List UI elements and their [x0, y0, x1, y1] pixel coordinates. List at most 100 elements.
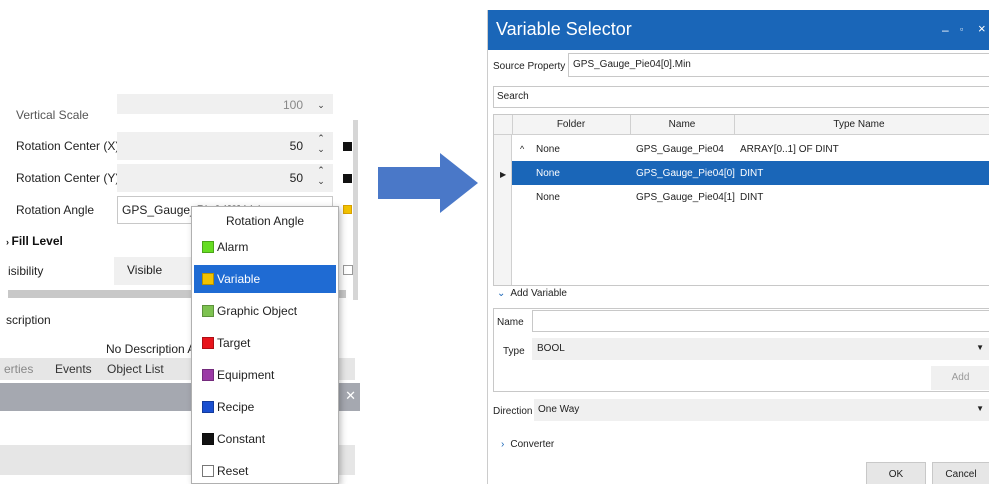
add-button[interactable]: Add — [931, 366, 989, 390]
variable-grid: Folder Name Type Name ▶ ^ None GPS_Gauge… — [493, 114, 989, 286]
rotation-angle-dropdown: Rotation Angle Alarm Variable Graphic Ob… — [191, 206, 339, 484]
type-value: BOOL — [537, 343, 565, 354]
visibility-label: isibility — [8, 264, 44, 278]
dropdown-item-label: Graphic Object — [217, 304, 298, 318]
table-row[interactable]: None GPS_Gauge_Pie04[1] DINT — [512, 185, 989, 209]
collapse-chevron-icon[interactable]: ^ — [520, 144, 524, 154]
minimize-icon[interactable]: – — [942, 23, 949, 37]
dropdown-item-reset[interactable]: Reset — [194, 457, 336, 484]
close-icon[interactable]: ✕ — [345, 388, 356, 404]
alarm-swatch-icon — [202, 241, 214, 253]
dropdown-item-alarm[interactable]: Alarm — [194, 233, 336, 261]
vertical-scrollbar[interactable] — [353, 120, 358, 300]
fill-level-section[interactable]: › Fill Level — [6, 234, 63, 248]
converter-section-toggle[interactable]: › Converter — [501, 439, 554, 450]
right-arrow-icon — [378, 153, 478, 213]
column-header-type-name[interactable]: Type Name — [734, 119, 984, 130]
dropdown-item-label: Reset — [217, 464, 249, 478]
rotation-center-x-field[interactable]: 50 ⌃ ⌄ — [117, 132, 333, 160]
column-header-name[interactable]: Name — [630, 119, 734, 130]
tab-events[interactable]: Events — [55, 362, 92, 376]
dropdown-item-label: Alarm — [217, 240, 249, 254]
rotation-center-y-label: Rotation Center (Y) — [16, 171, 120, 185]
vertical-scale-field[interactable]: 100 ⌄ — [117, 94, 333, 114]
cell-name: GPS_Gauge_Pie04 — [636, 144, 724, 155]
ok-button-label: OK — [888, 469, 904, 480]
cell-name: GPS_Gauge_Pie04[1] — [636, 192, 735, 203]
vertical-scale-label: Vertical Scale — [16, 108, 89, 122]
cell-type-name: ARRAY[0..1] OF DINT — [740, 144, 839, 155]
tab-object-list[interactable]: Object List — [107, 362, 164, 376]
dropdown-item-recipe[interactable]: Recipe — [194, 393, 336, 421]
dialog-titlebar[interactable]: Variable Selector – ▫ × — [488, 10, 989, 50]
vertical-scale-spinner[interactable]: ⌄ — [315, 100, 327, 124]
rotation-center-x-value: 50 — [289, 139, 303, 153]
grid-header: Folder Name Type Name — [494, 115, 989, 135]
search-placeholder: Search — [497, 91, 529, 102]
variable-selector-dialog: Variable Selector – ▫ × Source Property … — [487, 10, 989, 484]
property-row-rotation-center-x: Rotation Center (X) 50 ⌃ ⌄ — [0, 130, 345, 162]
chevron-right-icon: › — [501, 439, 505, 450]
cell-type-name: DINT — [740, 168, 764, 179]
column-header-folder[interactable]: Folder — [512, 119, 630, 130]
rotation-angle-binding-icon[interactable] — [343, 205, 352, 214]
description-header: scription — [6, 313, 51, 327]
dropdown-title: Rotation Angle — [225, 214, 305, 228]
dropdown-item-constant[interactable]: Constant — [194, 425, 336, 453]
fill-level-label: Fill Level — [11, 234, 63, 248]
chevron-down-icon: ⌄ — [497, 288, 506, 299]
visibility-checkbox[interactable] — [343, 265, 353, 275]
target-swatch-icon — [202, 337, 214, 349]
current-row-pointer-icon: ▶ — [500, 170, 507, 179]
name-label: Name — [497, 317, 524, 328]
property-row-rotation-center-y: Rotation Center (Y) 50 ⌃ ⌄ — [0, 162, 345, 194]
add-button-label: Add — [951, 372, 970, 383]
ok-button[interactable]: OK — [866, 462, 926, 484]
add-variable-label: Add Variable — [510, 288, 567, 299]
reset-swatch-icon — [202, 465, 214, 477]
rotation-center-x-binding-icon[interactable] — [343, 142, 352, 151]
rotation-center-x-spinner[interactable]: ⌃ ⌄ — [315, 133, 327, 157]
rotation-center-y-binding-icon[interactable] — [343, 174, 352, 183]
source-property-field[interactable]: GPS_Gauge_Pie04[0].Min — [568, 53, 989, 77]
caret-down-icon: ▼ — [976, 343, 984, 352]
close-icon[interactable]: × — [978, 21, 986, 36]
cell-folder: None — [536, 168, 560, 179]
rotation-center-y-value: 50 — [289, 171, 303, 185]
type-select[interactable]: BOOL ▼ — [532, 338, 989, 360]
caret-down-icon: ▼ — [976, 404, 984, 413]
graphic-object-swatch-icon — [202, 305, 214, 317]
type-label: Type — [503, 346, 525, 357]
name-field[interactable] — [532, 310, 989, 332]
cell-name: GPS_Gauge_Pie04[0] — [636, 168, 735, 179]
dropdown-item-label: Recipe — [217, 400, 255, 414]
tab-properties[interactable]: erties — [4, 362, 33, 376]
recipe-swatch-icon — [202, 401, 214, 413]
search-input[interactable]: Search — [493, 86, 989, 108]
cell-folder: None — [536, 192, 560, 203]
dropdown-item-label: Constant — [217, 432, 266, 446]
table-row[interactable]: ^ None GPS_Gauge_Pie04 ARRAY[0..1] OF DI… — [512, 137, 989, 161]
add-variable-section-toggle[interactable]: ⌄ Add Variable — [497, 288, 567, 299]
dropdown-item-equipment[interactable]: Equipment — [194, 361, 336, 389]
table-row[interactable]: None GPS_Gauge_Pie04[0] DINT — [512, 161, 989, 185]
dropdown-item-variable[interactable]: Variable — [194, 265, 336, 293]
vertical-scale-value: 100 — [282, 98, 303, 112]
dropdown-item-graphic-object[interactable]: Graphic Object — [194, 297, 336, 325]
rotation-center-y-field[interactable]: 50 ⌃ ⌄ — [117, 164, 333, 192]
constant-swatch-icon — [202, 433, 214, 445]
dropdown-item-label: Variable — [217, 272, 261, 286]
rotation-angle-label: Rotation Angle — [16, 203, 95, 217]
cancel-button[interactable]: Cancel — [932, 462, 989, 484]
variable-swatch-icon — [202, 273, 214, 285]
description-empty-text: No Description Av — [106, 342, 202, 356]
rotation-center-y-spinner[interactable]: ⌃ ⌄ — [315, 165, 327, 189]
direction-value: One Way — [538, 404, 580, 415]
maximize-icon[interactable]: ▫ — [960, 24, 963, 34]
direction-select[interactable]: One Way ▼ — [534, 399, 989, 421]
row-header-column — [494, 115, 512, 285]
dropdown-item-target[interactable]: Target — [194, 329, 336, 357]
rotation-center-x-label: Rotation Center (X) — [16, 139, 120, 153]
source-property-label: Source Property — [493, 61, 566, 72]
equipment-swatch-icon — [202, 369, 214, 381]
